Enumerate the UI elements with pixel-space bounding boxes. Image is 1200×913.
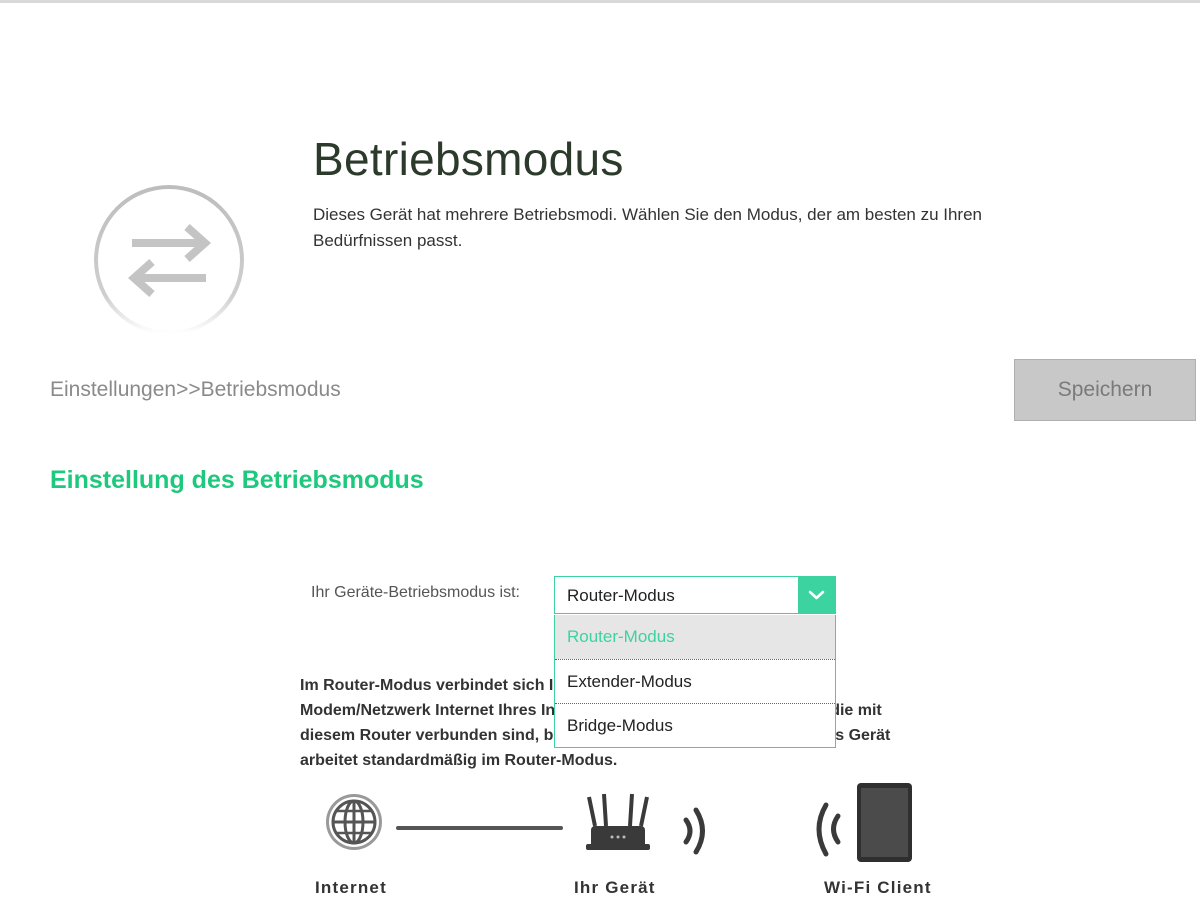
wifi-signal-icon — [683, 802, 841, 857]
save-button[interactable]: Speichern — [1014, 359, 1196, 421]
mode-select[interactable]: Router-Modus — [554, 576, 836, 614]
wifi-client-label: Wi-Fi Client — [824, 878, 932, 897]
device-label: Ihr Gerät — [574, 878, 656, 897]
tablet-icon — [857, 783, 912, 862]
mode-option-extender[interactable]: Extender-Modus — [555, 659, 835, 703]
mode-label: Ihr Geräte-Betriebsmodus ist: — [311, 584, 520, 601]
network-diagram: Internet Ihr Gerät Wi-Fi Client — [0, 770, 1200, 910]
top-divider — [0, 0, 1200, 3]
page-description: Dieses Gerät hat mehrere Betriebsmodi. W… — [313, 205, 983, 250]
mode-option-bridge[interactable]: Bridge-Modus — [555, 703, 835, 747]
mode-options-list: Router-Modus Extender-Modus Bridge-Modus — [554, 615, 836, 748]
section-title: Einstellung des Betriebsmodus — [50, 466, 424, 494]
internet-label: Internet — [315, 878, 387, 897]
globe-icon — [326, 794, 382, 850]
page-title: Betriebsmodus — [313, 133, 624, 185]
switch-mode-icon — [92, 183, 246, 337]
breadcrumb: Einstellungen>>Betriebsmodus — [50, 378, 341, 401]
mode-select-value: Router-Modus — [567, 586, 675, 605]
chevron-down-icon[interactable] — [798, 577, 835, 613]
mode-option-router[interactable]: Router-Modus — [555, 615, 835, 659]
router-icon — [586, 793, 650, 850]
